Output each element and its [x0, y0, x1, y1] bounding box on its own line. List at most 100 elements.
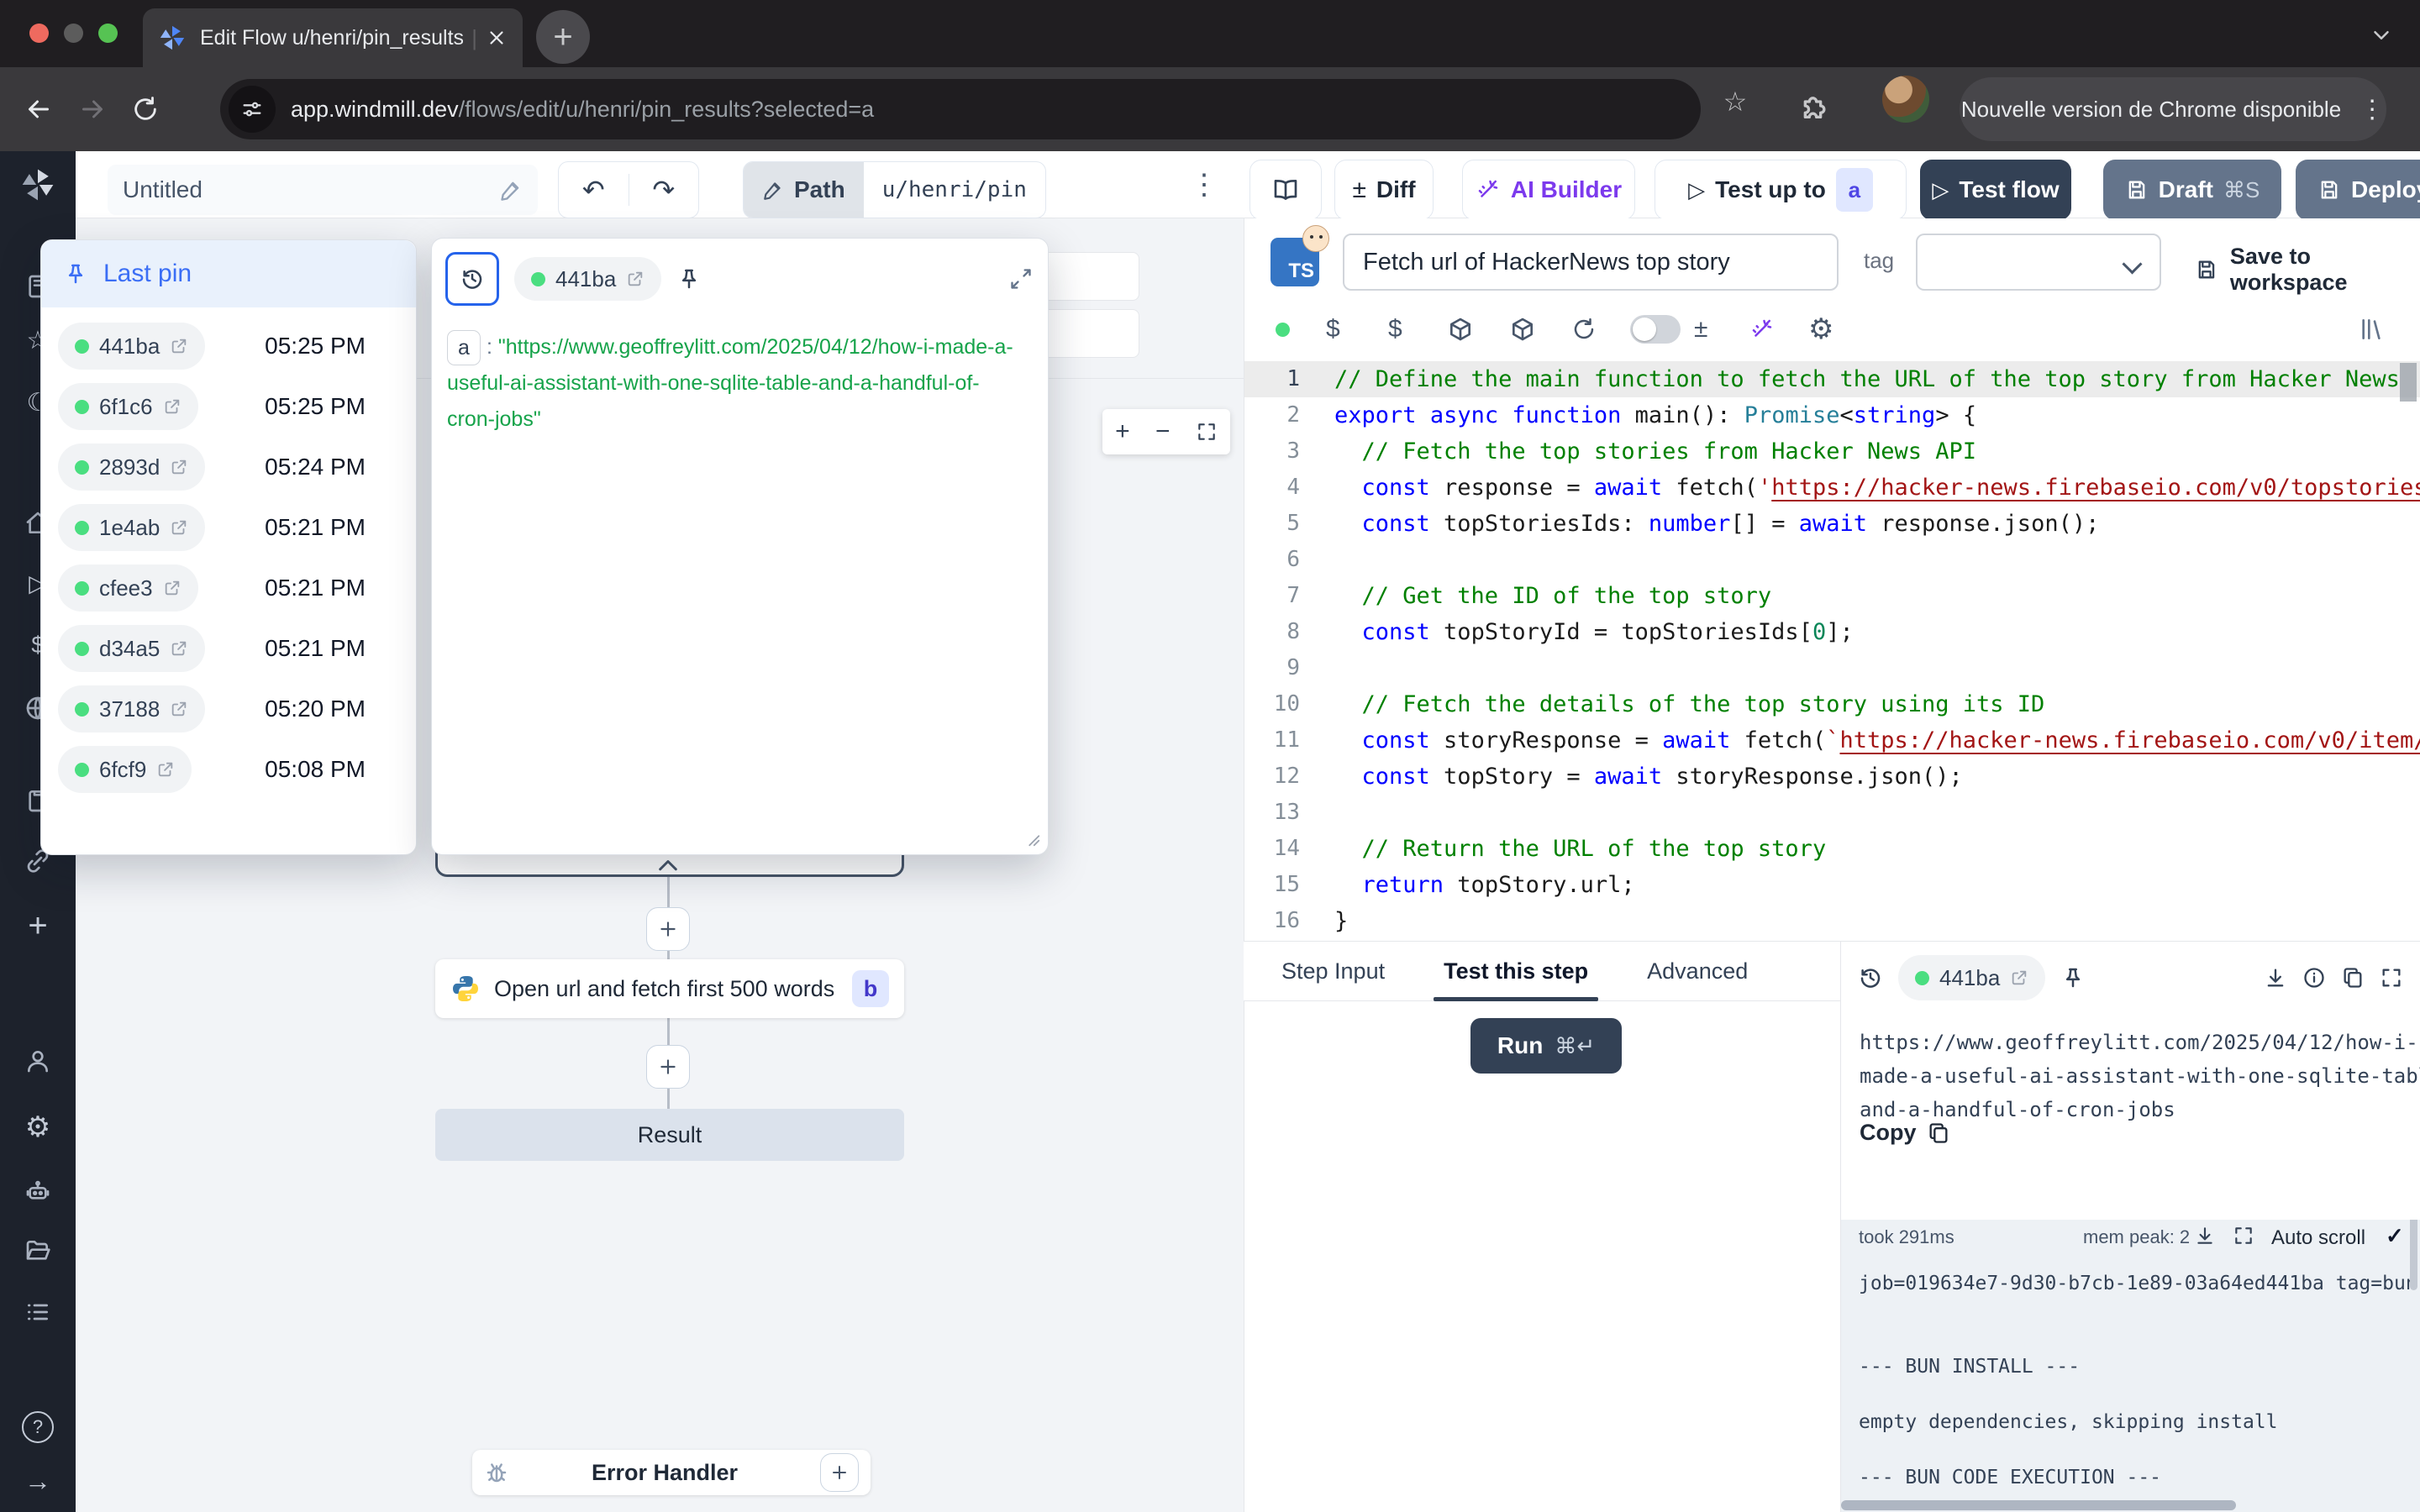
run-pill[interactable]: 6f1c6 — [58, 383, 198, 430]
result-value[interactable]: https://www.geoffreylitt.com/2025/04/12/… — [1860, 1026, 2420, 1126]
resize-handle-icon[interactable] — [1023, 829, 1041, 848]
add-error-handler-button[interactable] — [820, 1453, 859, 1492]
tab-advanced[interactable]: Advanced — [1647, 958, 1748, 984]
step-title-input[interactable]: Fetch url of HackerNews top story — [1343, 234, 1839, 291]
tab-test-this-step[interactable]: Test this step — [1444, 958, 1588, 984]
external-link-icon[interactable] — [163, 579, 182, 597]
new-tab-button[interactable]: + — [536, 10, 590, 64]
external-link-icon[interactable] — [170, 458, 188, 476]
expand-icon[interactable] — [1009, 267, 1033, 291]
draft-button[interactable]: Draft ⌘S — [2103, 160, 2281, 220]
download-logs-icon[interactable] — [2194, 1225, 2216, 1247]
run-pill[interactable]: 441ba — [58, 323, 205, 370]
zoom-out-icon[interactable]: − — [1155, 417, 1171, 446]
flow-name-input[interactable]: Untitled — [108, 165, 538, 215]
package-icon[interactable] — [1447, 312, 1474, 346]
plus-minus-icon[interactable]: ± — [1694, 312, 1707, 346]
tab-close-icon[interactable] — [486, 27, 508, 49]
diff-button[interactable]: ± Diff — [1334, 160, 1434, 220]
run-pill[interactable]: 2893d — [58, 444, 205, 491]
run-pill[interactable]: 1e4ab — [58, 504, 205, 551]
deploy-button[interactable]: Deploy — [2296, 160, 2420, 220]
url-text[interactable]: app.windmill.dev/flows/edit/u/henri/pin_… — [291, 97, 874, 123]
tag-select[interactable] — [1916, 234, 2161, 291]
chrome-update-button[interactable]: Nouvelle version de Chrome disponible ⋮ — [1960, 77, 2386, 141]
site-settings-button[interactable] — [229, 86, 276, 133]
window-zoom-button[interactable] — [98, 24, 118, 43]
add-icon[interactable]: + — [0, 907, 76, 945]
history-clock-icon[interactable] — [1858, 965, 1883, 990]
run-button[interactable]: Run ⌘↵ — [1470, 1018, 1622, 1074]
fullscreen-icon[interactable] — [2380, 966, 2403, 990]
test-up-to-button[interactable]: ▷ Test up to a — [1655, 160, 1907, 220]
copy-button[interactable]: Copy — [1860, 1120, 1950, 1146]
undo-button[interactable]: ↶ — [559, 174, 629, 206]
tab-search-button[interactable] — [2358, 12, 2405, 59]
pin-icon[interactable] — [2060, 965, 2086, 990]
test-up-to-step-badge[interactable]: a — [1836, 168, 1873, 212]
browser-tab[interactable]: Edit Flow u/henri/pin_results | — [143, 8, 523, 67]
insert-step-button[interactable] — [646, 907, 690, 951]
library-icon[interactable] — [2358, 312, 2385, 346]
run-pill[interactable]: 37188 — [58, 685, 205, 732]
info-icon[interactable] — [2302, 966, 2326, 990]
external-link-icon[interactable] — [170, 639, 188, 658]
collapse-arrow-icon[interactable]: → — [0, 1466, 76, 1497]
external-link-icon[interactable] — [626, 270, 644, 288]
run-pill[interactable]: d34a5 — [58, 625, 205, 672]
external-link-icon[interactable] — [170, 700, 188, 718]
ai-wand-icon[interactable] — [1749, 312, 1775, 346]
resources-dollar-icon[interactable]: $ — [1388, 312, 1402, 346]
ai-builder-button[interactable]: AI Builder — [1462, 160, 1635, 220]
history-button[interactable] — [445, 252, 499, 306]
pin-list-item[interactable]: 2893d05:24 PM — [58, 444, 366, 491]
external-link-icon[interactable] — [163, 397, 182, 416]
package-icon[interactable] — [1509, 312, 1536, 346]
window-minimize-button[interactable] — [64, 24, 83, 43]
pin-icon[interactable] — [676, 266, 702, 291]
external-link-icon[interactable] — [156, 760, 175, 779]
forward-icon[interactable] — [77, 94, 108, 124]
download-icon[interactable] — [2264, 966, 2287, 990]
external-link-icon[interactable] — [170, 337, 188, 355]
script-settings-gear-icon[interactable]: ⚙ — [1808, 312, 1833, 346]
folder-icon[interactable] — [24, 1237, 51, 1264]
reload-icon[interactable] — [131, 95, 160, 123]
path-label-segment[interactable]: Path — [744, 162, 864, 218]
save-to-workspace-button[interactable]: Save to workspace — [2195, 244, 2420, 296]
pin-list-item[interactable]: 6fcf905:08 PM — [58, 746, 366, 793]
copy-clipboard-icon[interactable] — [2341, 966, 2365, 990]
detail-list-icon[interactable] — [24, 1299, 51, 1326]
path-control[interactable]: Path u/henri/pin — [743, 161, 1046, 218]
fit-view-icon[interactable] — [1196, 421, 1218, 443]
diff-mode-toggle[interactable] — [1630, 312, 1681, 346]
back-icon[interactable] — [24, 94, 54, 124]
log-vertical-scrollbar[interactable] — [2410, 1220, 2417, 1290]
variables-dollar-icon[interactable]: $ — [1326, 312, 1340, 346]
autoscroll-checkbox[interactable]: ✓ — [2386, 1223, 2404, 1249]
log-horizontal-scrollbar[interactable] — [1841, 1500, 2236, 1510]
expand-logs-icon[interactable] — [2233, 1225, 2254, 1247]
external-link-icon[interactable] — [2010, 969, 2028, 987]
profile-avatar[interactable] — [1882, 76, 1929, 123]
collapse-chevron-up-icon[interactable] — [656, 855, 680, 874]
pinned-run-pill[interactable]: 441ba — [514, 257, 661, 301]
robot-icon[interactable] — [24, 1177, 51, 1204]
insert-step-button[interactable] — [646, 1045, 690, 1089]
external-link-icon[interactable] — [170, 518, 188, 537]
reload-script-icon[interactable] — [1571, 312, 1597, 346]
bookmark-star-icon[interactable]: ☆ — [1710, 86, 1760, 118]
run-pill[interactable]: 6fcf9 — [58, 746, 192, 793]
omnibox[interactable]: app.windmill.dev/flows/edit/u/henri/pin_… — [220, 79, 1701, 139]
redo-button[interactable]: ↷ — [629, 174, 699, 206]
flow-node-b[interactable]: Open url and fetch first 500 words of ..… — [435, 959, 904, 1018]
toolbar-kebab-icon[interactable]: ⋮ — [1190, 168, 1218, 202]
code-editor[interactable]: 1// Define the main function to fetch th… — [1244, 361, 2420, 941]
pin-list-item[interactable]: 441ba05:25 PM — [58, 323, 366, 370]
help-icon[interactable]: ? — [0, 1411, 76, 1443]
settings-gear-icon[interactable]: ⚙ — [0, 1110, 76, 1144]
pin-list-item[interactable]: 6f1c605:25 PM — [58, 383, 366, 430]
zoom-in-icon[interactable]: + — [1115, 417, 1130, 446]
browser-menu-icon[interactable]: ⋮ — [2360, 95, 2385, 124]
pin-list-item[interactable]: 3718805:20 PM — [58, 685, 366, 732]
